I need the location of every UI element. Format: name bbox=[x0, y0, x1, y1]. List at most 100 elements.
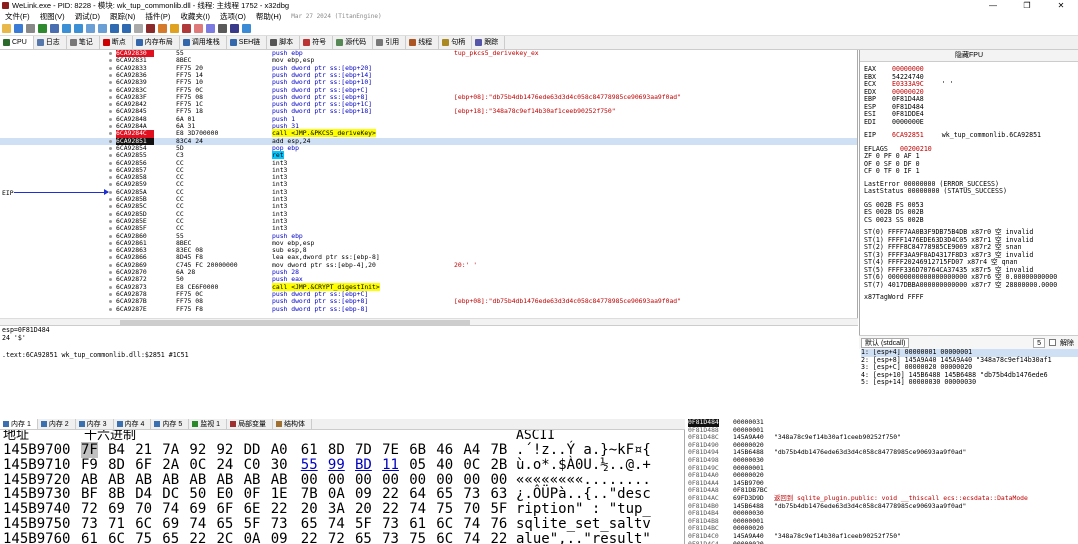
hex-byte[interactable]: 73 bbox=[382, 531, 399, 544]
breakpoint-dot-icon[interactable] bbox=[109, 139, 112, 143]
hex-byte[interactable]: 74 bbox=[463, 531, 480, 544]
dump-tab[interactable]: 内存 3 bbox=[76, 419, 114, 429]
hex-byte[interactable]: 72 bbox=[328, 531, 345, 544]
hex-byte[interactable]: BF bbox=[81, 486, 98, 502]
hex-row[interactable]: 145B9700 7F B4 21 7A 92 92 DD A0 61 8D 7D 7E 6B 46 A4 7B… bbox=[0, 442, 684, 458]
unlock-checkbox[interactable] bbox=[1049, 339, 1056, 346]
animate-icon[interactable] bbox=[134, 24, 143, 33]
hex-byte[interactable]: 00 bbox=[355, 472, 372, 488]
hex-byte[interactable]: 73 bbox=[81, 516, 98, 532]
breakpoint-dot-icon[interactable] bbox=[109, 300, 112, 304]
hex-byte[interactable]: 5F bbox=[355, 516, 372, 532]
hex-byte[interactable]: 22 bbox=[382, 501, 399, 517]
calculator-icon[interactable] bbox=[218, 24, 227, 33]
hex-row[interactable]: 145B9760 61 6C 75 65 22 2C 0A 09 22 72 65 73 75 6C 74 22… bbox=[0, 531, 684, 544]
breakpoint-dot-icon[interactable] bbox=[109, 88, 112, 92]
close-debuggee-icon[interactable] bbox=[26, 24, 35, 33]
hex-byte[interactable]: 22 bbox=[271, 501, 288, 517]
hex-byte[interactable]: AB bbox=[108, 472, 125, 488]
hex-byte[interactable]: 61 bbox=[409, 516, 426, 532]
hex-byte[interactable]: 2C bbox=[217, 531, 234, 544]
hex-byte[interactable]: 55 bbox=[301, 457, 318, 473]
breakpoint-dot-icon[interactable] bbox=[109, 103, 112, 107]
run-icon[interactable] bbox=[38, 24, 47, 33]
menu-file[interactable]: 文件(F) bbox=[0, 11, 35, 22]
hex-byte[interactable]: 2A bbox=[162, 457, 179, 473]
hex-byte[interactable]: AB bbox=[162, 472, 179, 488]
hex-byte[interactable]: 7D bbox=[355, 442, 372, 458]
breakpoint-dot-icon[interactable] bbox=[109, 95, 112, 99]
hex-byte[interactable]: 0A bbox=[244, 531, 261, 544]
dump-tab[interactable]: 内存 1 bbox=[0, 419, 38, 429]
breakpoint-dot-icon[interactable] bbox=[109, 125, 112, 128]
hex-byte[interactable]: 70 bbox=[463, 501, 480, 517]
hex-byte[interactable]: 65 bbox=[162, 531, 179, 544]
hex-byte[interactable]: 11 bbox=[382, 457, 399, 473]
tab-threads[interactable]: 线程 bbox=[406, 36, 440, 49]
hex-byte[interactable]: 00 bbox=[328, 472, 345, 488]
step-into-icon[interactable] bbox=[62, 24, 71, 33]
breakpoint-dot-icon[interactable] bbox=[109, 190, 112, 194]
dump-tab[interactable]: 内存 4 bbox=[114, 419, 152, 429]
hex-row[interactable]: 145B9710 F9 8D 6F 2A 0C 24 C0 30 55 99 BD 11 05 40 0C 2B… bbox=[0, 457, 684, 473]
calling-convention-select[interactable]: 默认 (stdcall) bbox=[861, 337, 910, 348]
stack-row[interactable]: 0F81D4C4 00000020 bbox=[686, 540, 1078, 544]
dump-tab[interactable]: 监视 1 bbox=[189, 419, 228, 429]
hex-byte[interactable]: BD bbox=[355, 457, 372, 473]
hex-byte[interactable]: 6F bbox=[217, 501, 234, 517]
hex-byte[interactable]: 75 bbox=[436, 501, 453, 517]
hex-byte[interactable]: 0A bbox=[328, 486, 345, 502]
hex-byte[interactable]: 73 bbox=[382, 516, 399, 532]
breakpoint-dot-icon[interactable] bbox=[109, 52, 112, 55]
help-icon[interactable] bbox=[242, 24, 251, 33]
tab-cpu[interactable]: CPU bbox=[0, 36, 34, 49]
menu-options[interactable]: 选项(O) bbox=[215, 11, 251, 22]
patch-icon[interactable] bbox=[158, 24, 167, 33]
menu-plugins[interactable]: 插件(P) bbox=[140, 11, 175, 22]
tab-script[interactable]: 脚本 bbox=[267, 36, 301, 49]
hex-byte[interactable]: 00 bbox=[382, 472, 399, 488]
dump-tab[interactable]: 局部变量 bbox=[227, 419, 274, 429]
menu-debug[interactable]: 调试(D) bbox=[70, 11, 105, 22]
hex-byte[interactable]: 8B bbox=[108, 486, 125, 502]
dump-tab[interactable]: 结构体 bbox=[273, 419, 313, 429]
hex-byte[interactable]: AB bbox=[217, 472, 234, 488]
hex-row[interactable]: 145B9730 BF 8B D4 DC 50 E0 0F 1E 7B 0A 09 22 64 65 73 63… bbox=[0, 486, 684, 502]
breakpoint-dot-icon[interactable] bbox=[109, 234, 112, 238]
hex-byte[interactable]: 8D bbox=[328, 442, 345, 458]
hex-byte[interactable]: 74 bbox=[409, 501, 426, 517]
hex-row[interactable]: 145B9750 73 71 6C 69 74 65 5F 73 65 74 5F 73 61 6C 74 76… bbox=[0, 516, 684, 532]
breakpoint-dot-icon[interactable] bbox=[109, 183, 112, 187]
tab-breakpoint[interactable]: 断点 bbox=[100, 36, 133, 49]
breakpoint-dot-icon[interactable] bbox=[109, 307, 112, 311]
dump-tab[interactable]: 内存 5 bbox=[151, 419, 190, 429]
hex-byte[interactable]: 8D bbox=[108, 457, 125, 473]
hex-byte[interactable]: 74 bbox=[162, 501, 179, 517]
breakpoint-dot-icon[interactable] bbox=[109, 292, 112, 296]
hex-byte[interactable]: 0F bbox=[244, 486, 261, 502]
hex-byte[interactable]: 6B bbox=[409, 442, 426, 458]
hex-byte[interactable]: D4 bbox=[135, 486, 152, 502]
hex-byte[interactable]: 7A bbox=[162, 442, 179, 458]
hex-byte[interactable]: 30 bbox=[271, 457, 288, 473]
hex-byte[interactable]: 00 bbox=[491, 472, 508, 488]
breakpoint-dot-icon[interactable] bbox=[109, 205, 112, 209]
tab-memory-map[interactable]: 内存布局 bbox=[133, 36, 180, 49]
breakpoint-dot-icon[interactable] bbox=[109, 249, 112, 253]
hex-byte[interactable]: 76 bbox=[491, 516, 508, 532]
hex-byte[interactable]: 69 bbox=[108, 501, 125, 517]
disassembly-hscrollbar[interactable] bbox=[0, 318, 858, 325]
open-icon[interactable] bbox=[2, 24, 11, 33]
dump-tab[interactable]: 内存 2 bbox=[38, 419, 76, 429]
hex-byte[interactable]: 21 bbox=[135, 442, 152, 458]
hex-row[interactable]: 145B9740 72 69 70 74 69 6F 6E 22 20 3A 20 22 74 75 70 5F… bbox=[0, 501, 684, 517]
breakpoint-dot-icon[interactable] bbox=[109, 176, 112, 180]
breakpoint-dot-icon[interactable] bbox=[109, 278, 112, 282]
stack-view[interactable]: 0F81D484 00000031 0F81D488 00000001 0F81D48C… bbox=[686, 419, 1078, 544]
hex-byte[interactable]: 09 bbox=[355, 486, 372, 502]
hex-byte[interactable]: 65 bbox=[217, 516, 234, 532]
hex-byte[interactable]: 6E bbox=[244, 501, 261, 517]
hex-byte[interactable]: 05 bbox=[409, 457, 426, 473]
tab-notes[interactable]: 笔记 bbox=[67, 36, 100, 49]
breakpoint-dot-icon[interactable] bbox=[109, 81, 112, 85]
